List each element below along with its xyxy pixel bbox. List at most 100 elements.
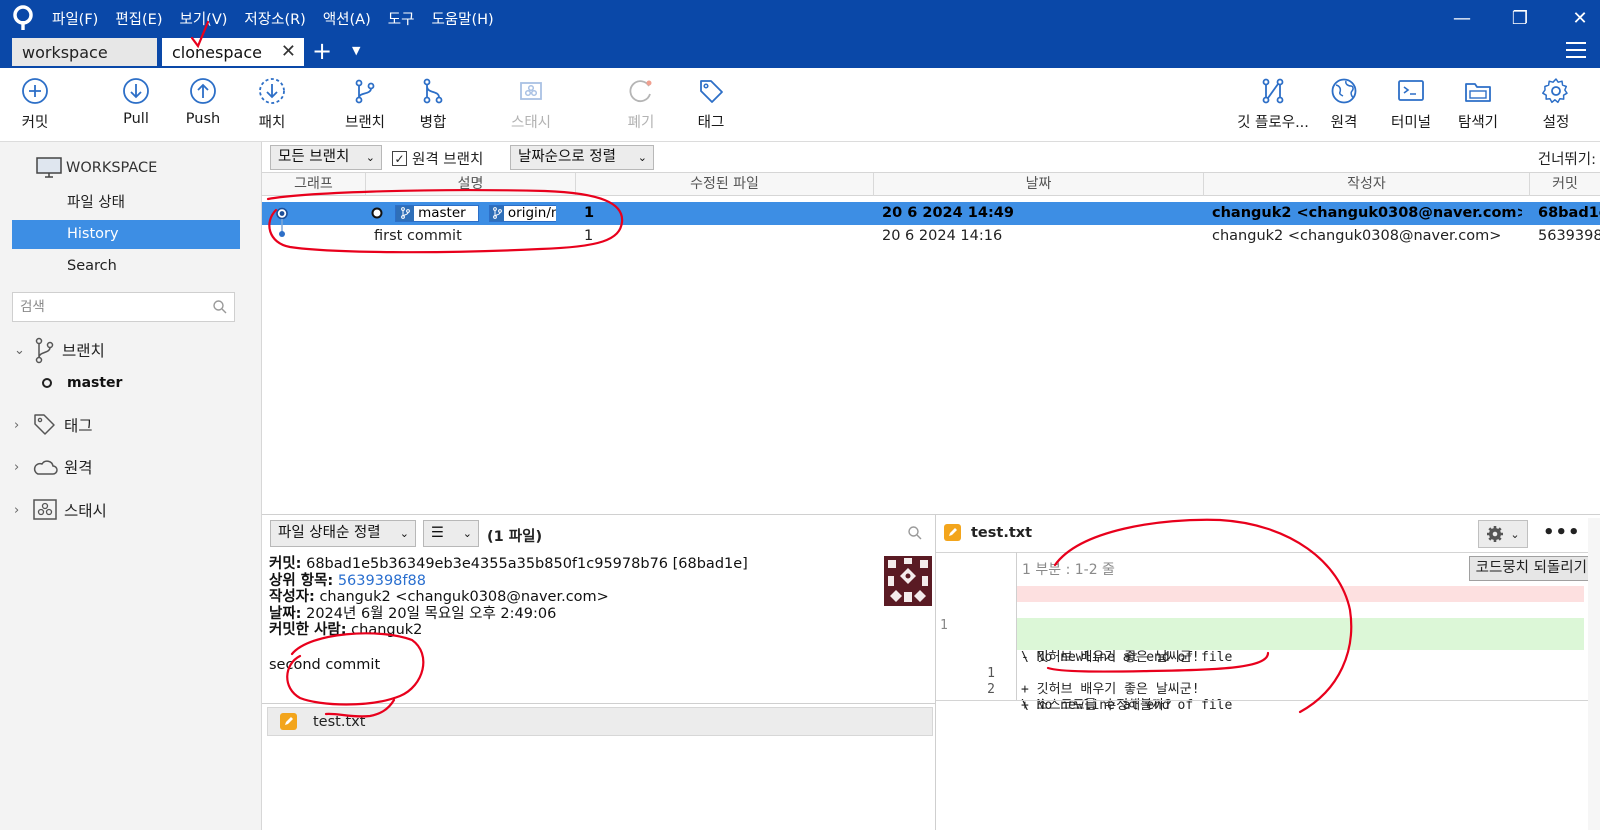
restore-button[interactable]: ❐ (1495, 0, 1545, 36)
sidebar-item-history[interactable]: History (12, 220, 240, 249)
search-icon[interactable] (907, 525, 923, 541)
remote-branches-checkbox[interactable]: ✓ 원격 브랜치 (392, 148, 483, 169)
ref-badge-master: master (395, 204, 480, 222)
sort-select[interactable]: 날짜순으로 정렬 ⌄ (510, 145, 654, 170)
menu-tools[interactable]: 도구 (388, 8, 415, 29)
discard-button[interactable]: 폐기 (606, 76, 676, 132)
avatar (884, 556, 932, 606)
menu-edit[interactable]: 편집(E) (115, 8, 162, 29)
tag-icon (700, 80, 723, 103)
parent-line: 상위 항목: 5639398f88 (269, 573, 869, 590)
branch-button[interactable]: 브랜치 (330, 76, 400, 132)
stash-button[interactable]: 스태시 (496, 76, 566, 132)
explorer-button[interactable]: 탐색기 (1443, 76, 1513, 132)
branch-item-master[interactable]: master (40, 375, 122, 391)
tab-close-icon[interactable]: ✕ (281, 41, 296, 62)
commit-hash-value: 68bad1e5b36349eb3e4355a35b850f1c95978b76… (306, 556, 748, 572)
parent-link[interactable]: 5639398f88 (338, 573, 426, 589)
hamburger-menu-icon[interactable] (1566, 42, 1586, 60)
diff-scrollbar[interactable] (1588, 518, 1600, 830)
push-icon (190, 78, 216, 104)
sidebar-item-search[interactable]: Search (12, 252, 240, 281)
tree-branches-label: 브랜치 (62, 342, 105, 360)
table-row[interactable]: master origin/m 1 20 6 2024 14:49 changuk… (262, 202, 1600, 225)
committer-value: changuk2 (351, 622, 423, 638)
commit-details: 커밋: 68bad1e5b36349eb3e4355a35b850f1c9597… (269, 556, 869, 639)
diff-line-text: + 깃허브 배우기 좋은 날씨군! (1021, 682, 1200, 697)
date-value: 2024년 6월 20일 목요일 오후 2:49:06 (306, 605, 557, 622)
file-view-select[interactable]: ☰ ⌄ (423, 520, 479, 547)
menu-repository[interactable]: 저장소(R) (244, 8, 305, 29)
stash-label: 스태시 (510, 115, 552, 131)
remote-button[interactable]: 원격 (1309, 76, 1379, 132)
tab-workspace[interactable]: workspace (12, 38, 157, 66)
tag-button[interactable]: 태그 (676, 76, 746, 132)
file-list-item[interactable]: test.txt (267, 707, 933, 736)
col-description[interactable]: 설명 (366, 173, 576, 196)
pull-button[interactable]: Pull (101, 76, 171, 127)
branch-icon (35, 337, 54, 364)
discard-icon (629, 80, 652, 103)
col-author[interactable]: 작성자 (1204, 173, 1530, 196)
branch-icon (490, 205, 504, 221)
col-date[interactable]: 날짜 (874, 173, 1204, 196)
menu-actions[interactable]: 액션(A) (323, 8, 371, 29)
diff-line-removed: 1 - 깃허브 배우기 좋은 날씨군! (936, 586, 1584, 665)
horizontal-splitter[interactable] (262, 514, 1600, 515)
tab-clonespace[interactable]: clonespace ✕ (162, 38, 304, 66)
add-tab-button[interactable]: + (312, 39, 332, 63)
branch-icon (396, 205, 415, 221)
tree-tags[interactable]: › 태그 (14, 412, 93, 438)
diff-line-meta: \ No newline at end of file (936, 650, 1584, 713)
history-empty-area (262, 244, 1600, 514)
tree-remotes-label: 원격 (64, 459, 93, 477)
terminal-button[interactable]: 터미널 (1376, 76, 1446, 132)
file-sort-select[interactable]: 파일 상태순 정렬 ⌄ (270, 520, 416, 547)
col-commit[interactable]: 커밋 (1530, 173, 1600, 196)
more-options-icon[interactable]: ••• (1543, 522, 1581, 543)
commit-label: 커밋 (21, 115, 49, 131)
commit-refs: master origin/m (366, 202, 556, 225)
globe-icon (1331, 78, 1357, 104)
revert-hunk-button[interactable]: 코드뭉치 되돌리기 (1468, 556, 1594, 581)
file-name: test.txt (313, 713, 366, 730)
push-button[interactable]: Push (168, 76, 238, 127)
branch-name: master (67, 375, 123, 391)
menu-help[interactable]: 도움말(H) (431, 8, 493, 29)
sort-value: 날짜순으로 정렬 (518, 149, 616, 165)
terminal-label: 터미널 (1390, 115, 1432, 131)
menu-view[interactable]: 보기(V) (180, 8, 228, 29)
menu-file[interactable]: 파일(F) (52, 8, 98, 29)
tree-branches[interactable]: ⌄ 브랜치 (14, 336, 105, 364)
settings-button[interactable]: 설정 (1521, 76, 1591, 132)
tree-stashes[interactable]: › 스태시 (14, 498, 107, 522)
ref-label: master (418, 204, 466, 221)
file-sort-value: 파일 상태순 정렬 (278, 525, 381, 541)
new-line-number: 1 (987, 666, 995, 681)
tab-bar: workspace clonespace ✕ + ▼ (0, 36, 1600, 68)
patch-button[interactable]: 패치 (237, 76, 307, 132)
commit-button[interactable]: 커밋 (0, 76, 70, 132)
modified-file-icon (944, 524, 961, 541)
tab-list-dropdown-icon[interactable]: ▼ (352, 44, 360, 57)
row-date: 20 6 2024 14:49 (882, 205, 1014, 221)
tag-icon (34, 414, 55, 435)
minimize-button[interactable]: — (1437, 0, 1487, 36)
sourcetree-logo-icon (13, 5, 33, 30)
diff-options-button[interactable]: ⌄ (1478, 520, 1528, 548)
close-window-button[interactable]: ✕ (1555, 0, 1600, 36)
merge-button[interactable]: 병합 (398, 76, 468, 132)
chevron-down-icon: ⌄ (462, 527, 472, 540)
gitflow-button[interactable]: 깃 플로우... (1228, 76, 1318, 132)
sidebar-item-file-status[interactable]: 파일 상태 (12, 189, 240, 218)
branch-filter-select[interactable]: 모든 브랜치 ⌄ (270, 145, 382, 170)
col-modified-files[interactable]: 수정된 파일 (576, 173, 874, 196)
chevron-down-icon: ⌄ (1510, 527, 1520, 541)
col-graph[interactable]: 그래프 (262, 173, 366, 196)
diff-line-added: 2 + 소스코드를 수정해볼까? (936, 634, 1584, 713)
stash-icon (33, 499, 57, 520)
sidebar-search-input[interactable] (13, 293, 203, 321)
diff-line-meta: \ No newline at end of file (936, 602, 1584, 665)
author-line: 작성자: changuk2 <changuk0308@naver.com> (269, 589, 869, 606)
tree-remotes[interactable]: › 원격 (14, 456, 93, 478)
